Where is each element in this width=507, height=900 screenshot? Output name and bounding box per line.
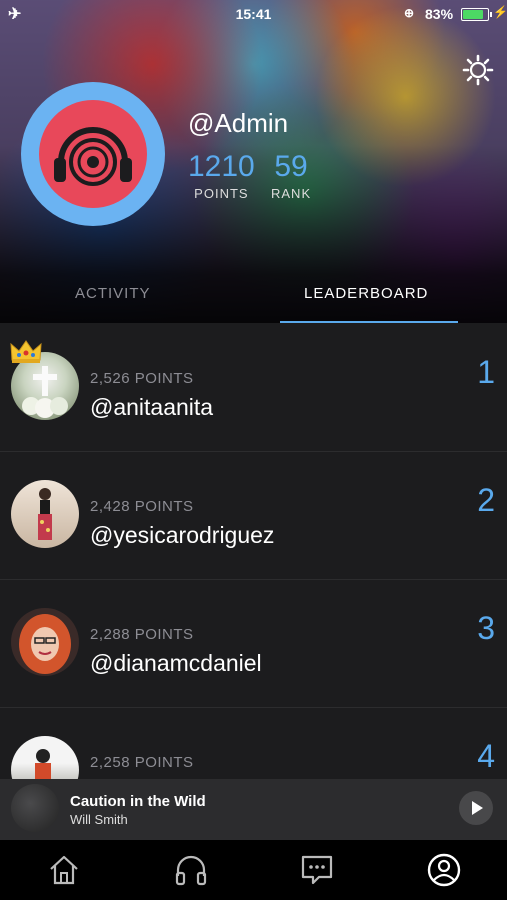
chat-icon[interactable] xyxy=(299,852,335,888)
user-avatar[interactable] xyxy=(11,736,79,779)
tab-active-indicator xyxy=(280,321,458,323)
user-rank: 3 xyxy=(477,610,495,646)
mini-player[interactable]: Caution in the Wild Will Smith xyxy=(0,779,507,840)
user-points: 2,258 POINTS xyxy=(90,754,194,771)
rank-label: RANK xyxy=(271,186,312,201)
points-label: POINTS xyxy=(194,186,249,201)
user-points: 2,428 POINTS xyxy=(90,498,194,515)
leaderboard-row[interactable]: 2,258 POINTS 4 xyxy=(0,708,507,779)
battery-percent: 83% xyxy=(425,6,454,22)
user-handle[interactable]: @anitaanita xyxy=(90,394,213,421)
user-handle[interactable]: @dianamcdaniel xyxy=(90,650,262,677)
headphones-logo-icon xyxy=(39,100,147,208)
orientation-lock-icon: ⊕ xyxy=(404,6,415,20)
tab-leaderboard[interactable]: LEADERBOARD xyxy=(304,285,428,302)
bottom-nav xyxy=(0,840,507,900)
points-value: 1210 xyxy=(188,150,255,183)
leaderboard-list: 2,526 POINTS @anitaanita 1 2,428 POINTS … xyxy=(0,324,507,779)
profile-avatar[interactable] xyxy=(21,82,165,226)
song-title[interactable]: Caution in the Wild xyxy=(70,793,206,810)
user-avatar[interactable] xyxy=(11,480,79,548)
profile-header: ✈ 15:41 ⊕ 83% ⚡ @Admin 1210 POINTS 59 RA… xyxy=(0,0,507,323)
charging-icon: ⚡ xyxy=(493,5,507,19)
tab-activity[interactable]: ACTIVITY xyxy=(75,285,151,302)
user-avatar[interactable] xyxy=(11,608,79,676)
battery-icon xyxy=(461,8,492,21)
user-rank: 1 xyxy=(477,354,495,390)
home-icon[interactable] xyxy=(46,852,82,888)
points-stat: 1210 POINTS xyxy=(188,150,255,201)
user-handle[interactable]: @yesicarodriguez xyxy=(90,522,274,549)
leaderboard-row[interactable]: 2,288 POINTS @dianamcdaniel 3 xyxy=(0,580,507,708)
user-points: 2,288 POINTS xyxy=(90,626,194,643)
rank-stat: 59 RANK xyxy=(271,150,311,201)
headphones-icon[interactable] xyxy=(173,852,209,888)
song-artist: Will Smith xyxy=(70,812,128,827)
play-icon xyxy=(472,801,483,815)
user-rank: 4 xyxy=(477,738,495,774)
crown-icon xyxy=(10,340,42,363)
user-points: 2,526 POINTS xyxy=(90,370,194,387)
profile-icon[interactable] xyxy=(426,852,462,888)
status-bar: ✈ 15:41 ⊕ 83% ⚡ xyxy=(0,0,507,28)
rank-value: 59 xyxy=(274,150,308,183)
profile-username: @Admin xyxy=(188,108,289,138)
album-art[interactable] xyxy=(11,784,59,832)
user-rank: 2 xyxy=(477,482,495,518)
settings-gear-icon[interactable] xyxy=(462,54,494,86)
play-button[interactable] xyxy=(459,791,493,825)
leaderboard-row[interactable]: 2,428 POINTS @yesicarodriguez 2 xyxy=(0,452,507,580)
leaderboard-row[interactable]: 2,526 POINTS @anitaanita 1 xyxy=(0,324,507,452)
